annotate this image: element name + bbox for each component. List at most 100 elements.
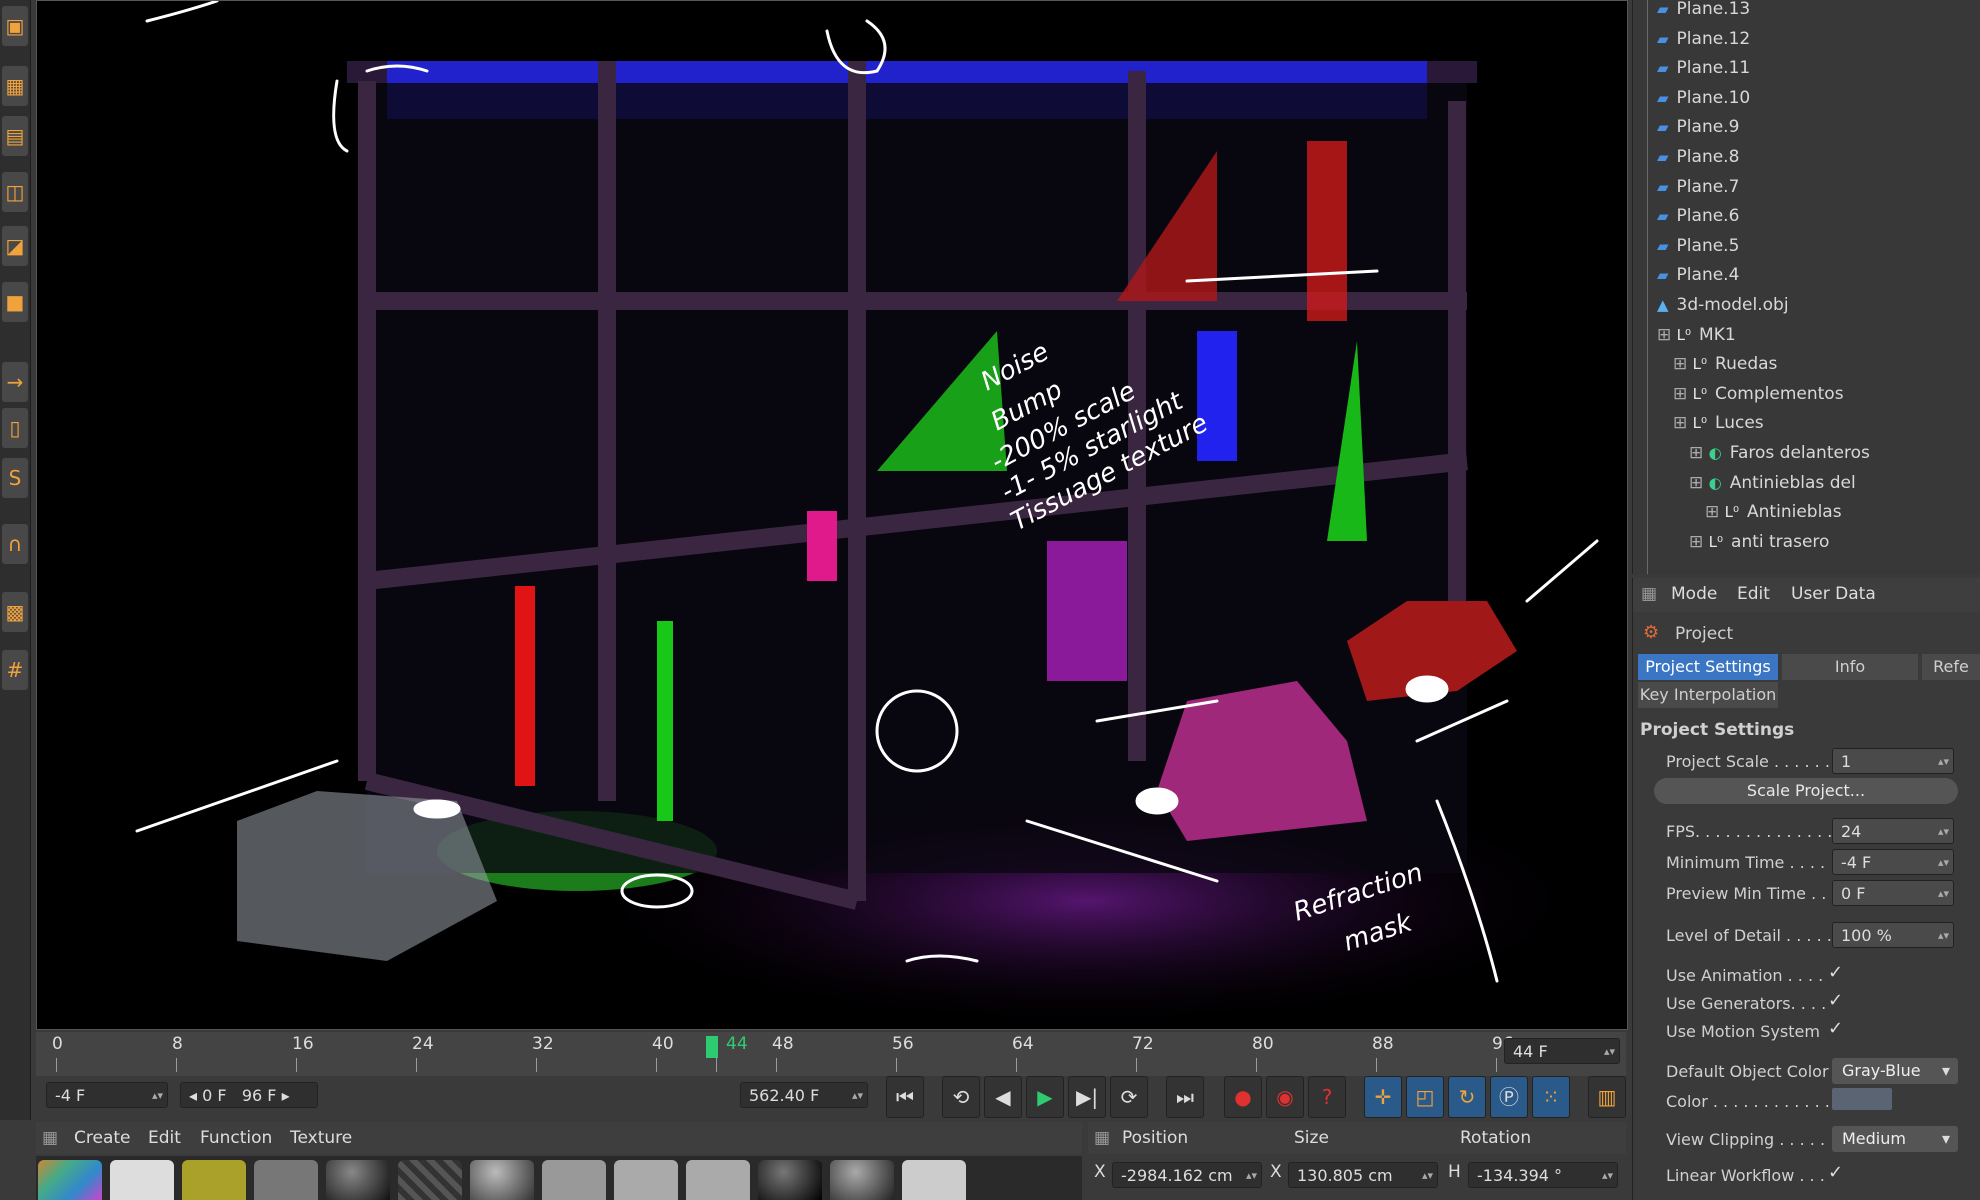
object-row[interactable]: ⊞ L⁰ Ruedas	[1673, 349, 1777, 379]
scale-project-button[interactable]: Scale Project...	[1654, 778, 1958, 804]
checker-icon[interactable]: ▦	[2, 66, 28, 106]
x-size-field[interactable]: 130.805 cm ▴▾	[1288, 1162, 1438, 1188]
minimum-frame-field[interactable]: -4 F ▴▾	[46, 1082, 168, 1108]
menu-mode[interactable]: Mode	[1671, 584, 1717, 604]
use-generators-checkbox[interactable]: ✓	[1828, 990, 1843, 1011]
rotate-key-icon[interactable]: ↻	[1448, 1076, 1486, 1118]
expand-toggle-icon[interactable]: ⊞	[1689, 443, 1709, 463]
expand-toggle-icon[interactable]: ⊞	[1673, 354, 1693, 374]
object-row[interactable]: ▰ Plane.4	[1657, 260, 1739, 290]
object-row[interactable]: ⊞ L⁰ Luces	[1673, 408, 1764, 438]
object-row[interactable]: ▰ Plane.8	[1657, 142, 1739, 172]
material-swatch[interactable]	[38, 1160, 102, 1200]
object-row[interactable]: ▰ Plane.6	[1657, 201, 1739, 231]
tab-reference[interactable]: Refe	[1922, 654, 1980, 680]
menu-create[interactable]: Create	[74, 1128, 131, 1148]
object-row[interactable]: ▰ Plane.13	[1657, 0, 1750, 24]
object-row[interactable]: ⊞ ◐ Antinieblas del	[1689, 468, 1856, 498]
pla-key-icon[interactable]: ⁙	[1532, 1076, 1570, 1118]
tab-project-settings[interactable]: Project Settings	[1638, 654, 1778, 680]
object-row[interactable]: ⊞ L⁰ anti trasero	[1689, 527, 1829, 557]
material-swatch[interactable]	[326, 1160, 390, 1200]
expand-toggle-icon[interactable]: ⊞	[1689, 532, 1709, 552]
step-forward-button[interactable]: ▶|	[1068, 1076, 1106, 1118]
drag-grip-icon[interactable]: ▦	[42, 1128, 58, 1148]
box-icon[interactable]: ◪	[2, 226, 28, 266]
current-frame-marker[interactable]	[706, 1036, 718, 1058]
h-rotation-field[interactable]: -134.394 ° ▴▾	[1468, 1162, 1618, 1188]
go-to-end-button[interactable]: ⏭	[1166, 1076, 1204, 1118]
menu-function[interactable]: Function	[200, 1128, 272, 1148]
frame-range-slider[interactable]: ◂ 0 F 96 F ▸	[180, 1082, 318, 1108]
orange-cube-icon[interactable]: ■	[2, 282, 28, 322]
step-back-button[interactable]: ◀	[984, 1076, 1022, 1118]
material-swatch[interactable]	[830, 1160, 894, 1200]
s-icon[interactable]: S	[2, 458, 28, 498]
next-key-button[interactable]: ⟳	[1110, 1076, 1148, 1118]
object-row[interactable]: ▰ Plane.10	[1657, 83, 1750, 113]
object-row[interactable]: ⊞ L⁰ MK1	[1657, 320, 1736, 350]
use-motion-system-checkbox[interactable]: ✓	[1828, 1018, 1843, 1039]
film-strip-icon[interactable]: ▥	[1588, 1076, 1626, 1118]
timeline[interactable]: 0 8 16 24 32 40 44 48 56 64 72 80 88 96 44 F ▴▾	[36, 1032, 1626, 1076]
render-viewport[interactable]: Noise Bump -200% scale -1- 5% starlight …	[36, 0, 1628, 1030]
object-row[interactable]: ▰ Plane.7	[1657, 172, 1739, 202]
arrow-icon[interactable]: →	[2, 362, 28, 402]
material-swatch[interactable]	[470, 1160, 534, 1200]
object-row[interactable]: ⊞ ◐ Faros delanteros	[1689, 438, 1870, 468]
preview-min-time-field[interactable]: 0 F ▴▾	[1832, 880, 1954, 906]
x-position-field[interactable]: -2984.162 cm ▴▾	[1112, 1162, 1262, 1188]
scale-key-icon[interactable]: ◰	[1406, 1076, 1444, 1118]
current-frame-field[interactable]: 44 F ▴▾	[1504, 1038, 1620, 1064]
expand-toggle-icon[interactable]: ⊞	[1673, 384, 1693, 404]
lock-grid-icon[interactable]: ▩	[2, 592, 28, 632]
move-key-icon[interactable]: ✛	[1364, 1076, 1402, 1118]
menu-user-data[interactable]: User Data	[1791, 584, 1876, 604]
drag-grip-icon[interactable]: ▦	[1094, 1128, 1110, 1148]
drag-grip-icon[interactable]: ▦	[1641, 584, 1657, 604]
cube-outline-icon[interactable]: ◫	[2, 172, 28, 212]
default-object-color-dropdown[interactable]: Gray-Blue	[1832, 1058, 1958, 1084]
parameter-key-icon[interactable]: Ⓟ	[1490, 1076, 1528, 1118]
mouse-icon[interactable]: ▯	[2, 408, 28, 448]
use-animation-checkbox[interactable]: ✓	[1828, 962, 1843, 983]
project-scale-field[interactable]: 1 ▴▾	[1832, 748, 1954, 774]
linear-workflow-checkbox[interactable]: ✓	[1828, 1162, 1843, 1183]
autokey-button[interactable]: ◉	[1266, 1076, 1304, 1118]
object-row[interactable]: ▲ 3d-model.obj	[1657, 290, 1789, 320]
object-row[interactable]: ▰ Plane.11	[1657, 53, 1750, 83]
material-swatch[interactable]	[686, 1160, 750, 1200]
material-swatch[interactable]	[758, 1160, 822, 1200]
object-row[interactable]: ▰ Plane.12	[1657, 24, 1750, 54]
keyframe-selection-button[interactable]: ?	[1308, 1076, 1346, 1118]
level-of-detail-field[interactable]: 100 % ▴▾	[1832, 922, 1954, 948]
expand-toggle-icon[interactable]: ⊞	[1673, 413, 1693, 433]
menu-edit[interactable]: Edit	[1737, 584, 1770, 604]
grid-icon[interactable]: #	[2, 650, 28, 690]
plane-grid-icon[interactable]: ▤	[2, 116, 28, 156]
object-row[interactable]: ⊞ L⁰ Antinieblas	[1705, 497, 1842, 527]
view-clipping-dropdown[interactable]: Medium	[1832, 1126, 1958, 1152]
tab-info[interactable]: Info	[1782, 654, 1918, 680]
expand-toggle-icon[interactable]: ⊞	[1705, 502, 1725, 522]
fps-field[interactable]: 24 ▴▾	[1832, 818, 1954, 844]
object-row[interactable]: ⊞ L⁰ Complementos	[1673, 379, 1844, 409]
minimum-time-field[interactable]: -4 F ▴▾	[1832, 849, 1954, 875]
material-swatch[interactable]	[110, 1160, 174, 1200]
material-swatch[interactable]	[614, 1160, 678, 1200]
tab-key-interpolation[interactable]: Key Interpolation	[1638, 682, 1778, 708]
material-swatch[interactable]	[254, 1160, 318, 1200]
record-button[interactable]: ●	[1224, 1076, 1262, 1118]
menu-texture[interactable]: Texture	[290, 1128, 352, 1148]
go-to-start-button[interactable]: ⏮	[886, 1076, 924, 1118]
previous-key-button[interactable]: ⟲	[942, 1076, 980, 1118]
material-swatch[interactable]	[182, 1160, 246, 1200]
object-row[interactable]: ▰ Plane.9	[1657, 112, 1739, 142]
material-swatch[interactable]	[902, 1160, 966, 1200]
cube-icon[interactable]: ▣	[2, 6, 28, 46]
object-row[interactable]: ▰ Plane.5	[1657, 231, 1739, 261]
expand-toggle-icon[interactable]: ⊞	[1689, 473, 1709, 493]
color-swatch[interactable]	[1832, 1088, 1892, 1110]
expand-toggle-icon[interactable]: ⊞	[1657, 325, 1677, 345]
material-swatch[interactable]	[398, 1160, 462, 1200]
